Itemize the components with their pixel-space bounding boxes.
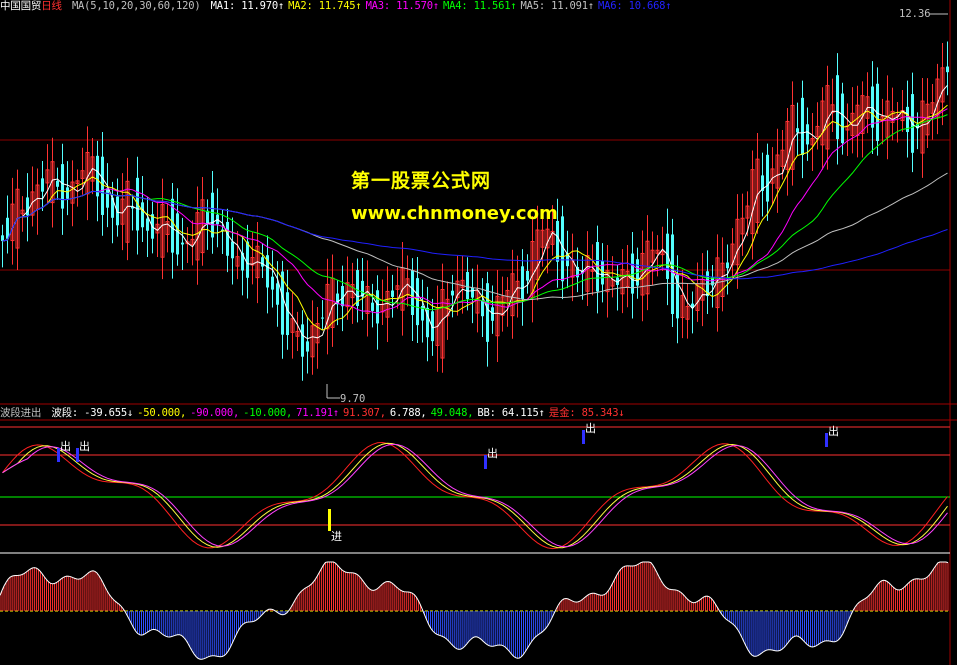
candle-body (56, 180, 59, 187)
ma-value-0: MA1: 11.970↑ (210, 0, 285, 12)
candle-body (271, 276, 274, 290)
oscillator-signal-line (2, 442, 948, 549)
indicator-value-8: BB: 64.115↑ (477, 407, 545, 419)
candle-body (226, 221, 229, 256)
period-label: 日线 (41, 0, 62, 12)
watermark-url: www.chnmoney.com (351, 203, 558, 224)
candle-body (1, 235, 4, 242)
sell-signal-4: 出 (828, 425, 839, 438)
indicator-header: 波段进出 波段: -39.655↓ -50.000, -90.000, -10.000… (0, 407, 632, 420)
ma-values: MA1: 11.970↑ MA2: 11.745↑ MA3: 11.570↑ MA4:… (211, 0, 676, 12)
ma-value-3: MA4: 11.561↑ (443, 0, 517, 12)
candle-body (806, 124, 809, 145)
sell-signal-0: 出 (60, 440, 71, 453)
main-chart-header: 中国国贸日线 MA(5,10,20,30,60,120) MA1: 11.970… (0, 0, 679, 13)
sell-signal-1: 出 (79, 440, 90, 453)
candle-body (391, 290, 394, 297)
candle-body (286, 292, 289, 336)
stock-chart-window[interactable]: 中国国贸日线 MA(5,10,20,30,60,120) MA1: 11.970… (0, 0, 957, 665)
price-high-label: 12.36 (899, 8, 931, 20)
buy-signal-0: 进 (331, 530, 342, 543)
ma-value-1: MA2: 11.745↑ (288, 0, 362, 12)
indicator-value-0: 波段: -39.655↓ (51, 407, 134, 419)
candle-body (41, 178, 44, 192)
indicator-value-1: -50.000, (137, 407, 187, 419)
indicator-value-7: 49.048, (430, 407, 474, 419)
candle-body (726, 262, 729, 269)
candle-body (211, 192, 214, 238)
indicator-value-2: -90.000, (190, 407, 240, 419)
indicator-value-6: 6.788, (389, 407, 427, 419)
candle-body (766, 154, 769, 202)
sell-signal-3: 出 (585, 422, 596, 435)
sell-signal-2: 出 (487, 447, 498, 460)
candle-body (6, 217, 9, 239)
candle-body (471, 287, 474, 298)
indicator-name: 波段进出 (0, 407, 42, 419)
candle-body (671, 234, 674, 314)
ma-value-5: MA6: 10.668↑ (597, 0, 672, 12)
oscillator-slow-line (2, 443, 948, 548)
candle-body (181, 242, 184, 245)
indicator-value-9: 是金: 85.343↓ (548, 407, 625, 419)
candle-body (841, 93, 844, 144)
candle-body (491, 307, 494, 321)
candle-body (526, 270, 529, 281)
candle-body (416, 278, 419, 326)
indicator-value-5: 91.307, (342, 407, 386, 419)
instrument-name: 中国国贸 (0, 0, 42, 12)
indicator-value-3: -10.000, (243, 407, 293, 419)
candle-body (176, 213, 179, 255)
candle-body (106, 188, 109, 208)
candle-body (101, 156, 104, 215)
price-low-label: 9.70 (340, 393, 366, 405)
candle-body (796, 128, 799, 133)
indicator-values: 波段: -39.655↓ -50.000, -90.000, -10.000, 71.1… (51, 407, 628, 419)
candle-body (276, 283, 279, 305)
ma-value-2: MA3: 11.570↑ (365, 0, 440, 12)
candle-body (411, 270, 414, 315)
candle-body (801, 97, 804, 156)
candle-body (96, 155, 99, 197)
candle-body (466, 272, 469, 300)
candle-body (231, 241, 234, 259)
candle-body (261, 257, 264, 267)
candle-body (146, 218, 149, 231)
indicator-value-4: 71.191↑ (296, 407, 339, 419)
candle-body (376, 290, 379, 324)
candle-body (836, 75, 839, 140)
watermark-title: 第一股票公式网 (351, 170, 492, 192)
candle-body (486, 283, 489, 342)
candle-body (61, 164, 64, 209)
candle-body (141, 202, 144, 228)
candle-body (946, 66, 949, 73)
candle-body (301, 324, 304, 357)
candle-body (371, 302, 374, 311)
candle-body (451, 290, 454, 296)
candle-body (481, 300, 484, 317)
chart-canvas[interactable] (0, 0, 957, 665)
candle-body (521, 266, 524, 300)
candle-body (306, 341, 309, 352)
candle-body (321, 317, 324, 319)
candle-body (871, 86, 874, 128)
ma-value-4: MA5: 11.091↑ (520, 0, 595, 12)
candle-body (66, 187, 69, 199)
candle-body (246, 241, 249, 278)
candle-body (206, 210, 209, 224)
ma-definition: MA(5,10,20,30,60,120) (71, 0, 201, 12)
